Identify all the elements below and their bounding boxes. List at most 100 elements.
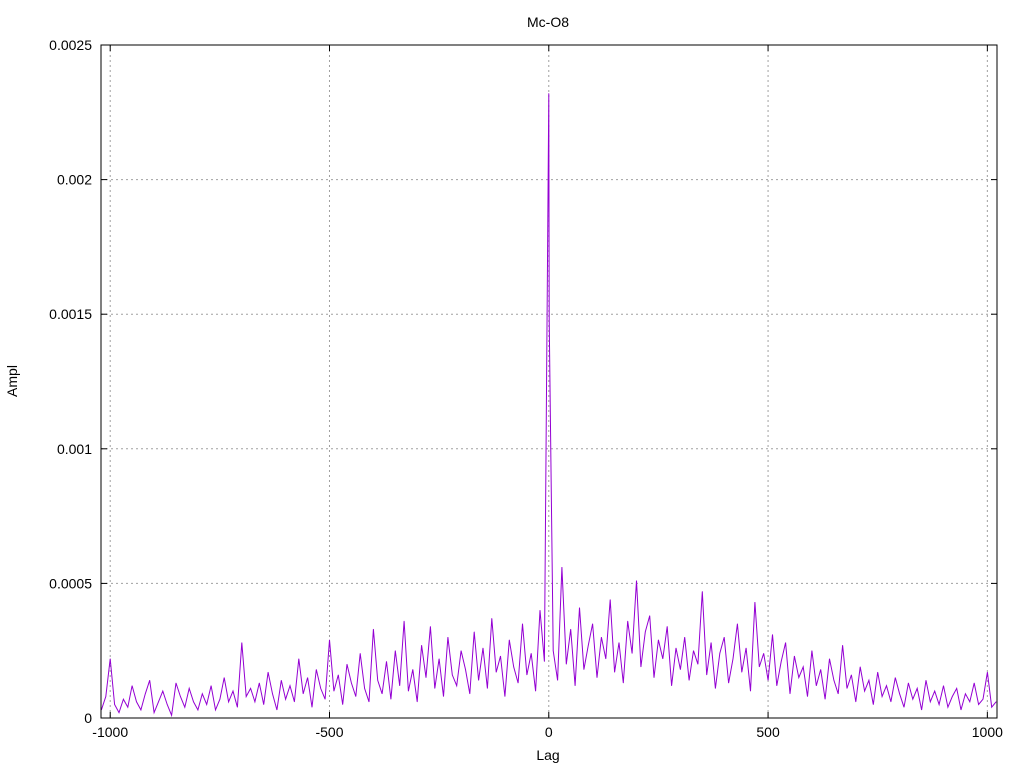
- data-point: [228, 701, 229, 703]
- data-point: [500, 655, 501, 657]
- data-point: [245, 696, 247, 697]
- data-point: [969, 701, 971, 703]
- data-point: [960, 709, 962, 711]
- data-point: [758, 666, 760, 668]
- data-point: [114, 704, 115, 705]
- data-point: [509, 639, 510, 641]
- data-point: [215, 709, 216, 711]
- data-point: [925, 680, 927, 681]
- data-point: [684, 636, 686, 638]
- data-point: [737, 623, 738, 625]
- ticks: -1000 -500 0 500 1000 0 0.0005 0.001 0.0015 0.002…: [49, 37, 1003, 740]
- data-point: [741, 671, 743, 673]
- data-point: [403, 620, 405, 622]
- data-point: [447, 636, 449, 638]
- data-point: [609, 599, 611, 600]
- data-point: [566, 663, 567, 665]
- data-point: [127, 706, 129, 708]
- data-point: [965, 693, 966, 695]
- y-tick-label: 0.002: [57, 172, 92, 188]
- data-point: [728, 682, 729, 684]
- data-point: [337, 674, 339, 676]
- data-point: [780, 661, 782, 662]
- data-point: [517, 682, 519, 684]
- data-point: [631, 653, 633, 654]
- data-point: [579, 607, 580, 608]
- data-point: [324, 698, 326, 700]
- data-point: [364, 688, 365, 689]
- data-point: [451, 674, 453, 676]
- data-point: [430, 626, 431, 627]
- data-point: [162, 690, 164, 692]
- data-point: [399, 685, 400, 686]
- data-point: [938, 704, 940, 705]
- y-axis-label: Ampl: [4, 365, 20, 397]
- data-point: [715, 688, 716, 689]
- data-point: [719, 653, 721, 654]
- data-point: [894, 677, 896, 678]
- data-point: [636, 580, 637, 582]
- data-point: [662, 658, 664, 660]
- data-point: [680, 669, 681, 670]
- data-point: [144, 693, 146, 695]
- data-point: [995, 701, 997, 703]
- data-point: [298, 658, 300, 660]
- data-point: [978, 704, 979, 705]
- data-point: [478, 680, 479, 681]
- data-point: [329, 639, 330, 641]
- data-point: [785, 642, 786, 643]
- data-point: [544, 661, 545, 662]
- data-point: [171, 715, 172, 716]
- data-point: [627, 620, 629, 622]
- data-point: [408, 690, 409, 692]
- data-point: [833, 680, 835, 681]
- data-point: [754, 601, 756, 603]
- data-point: [136, 701, 137, 703]
- data-point: [118, 712, 120, 713]
- data-point: [302, 693, 304, 695]
- x-tick-label: -1000: [92, 724, 128, 740]
- data-point: [390, 698, 392, 700]
- data-point: [916, 688, 918, 689]
- data-point: [267, 671, 269, 673]
- data-point: [623, 682, 624, 684]
- data-point: [491, 618, 493, 619]
- data-point: [381, 693, 383, 695]
- data-point: [504, 696, 506, 697]
- series-layer: [100, 93, 997, 718]
- data-point: [254, 701, 256, 703]
- data-point: [855, 701, 857, 703]
- data-point: [868, 680, 870, 681]
- data-point: [123, 698, 124, 700]
- data-point: [649, 615, 650, 617]
- data-point: [346, 663, 348, 665]
- data-point: [767, 680, 769, 681]
- data-point: [272, 693, 273, 695]
- data-point: [289, 685, 291, 686]
- x-tick-label: 500: [756, 724, 780, 740]
- data-point: [394, 650, 396, 651]
- data-point: [193, 701, 194, 703]
- x-axis-label: Lag: [536, 747, 559, 763]
- data-point: [421, 645, 422, 646]
- data-point: [473, 631, 475, 633]
- data-point: [592, 623, 593, 625]
- data-point: [552, 650, 554, 651]
- data-point: [434, 688, 436, 689]
- data-point: [460, 650, 462, 651]
- data-point: [614, 671, 615, 673]
- data-point: [842, 645, 843, 646]
- data-point: [333, 690, 335, 692]
- data-point: [763, 653, 764, 654]
- data-point: [294, 701, 295, 703]
- data-point: [105, 696, 107, 697]
- data-point: [574, 685, 576, 686]
- data-point: [149, 680, 150, 681]
- data-point: [973, 682, 975, 684]
- data-point: [438, 658, 440, 660]
- data-point: [943, 685, 944, 686]
- data-point: [776, 685, 778, 686]
- data-point: [570, 628, 572, 630]
- data-point: [745, 647, 747, 649]
- data-point: [688, 680, 690, 681]
